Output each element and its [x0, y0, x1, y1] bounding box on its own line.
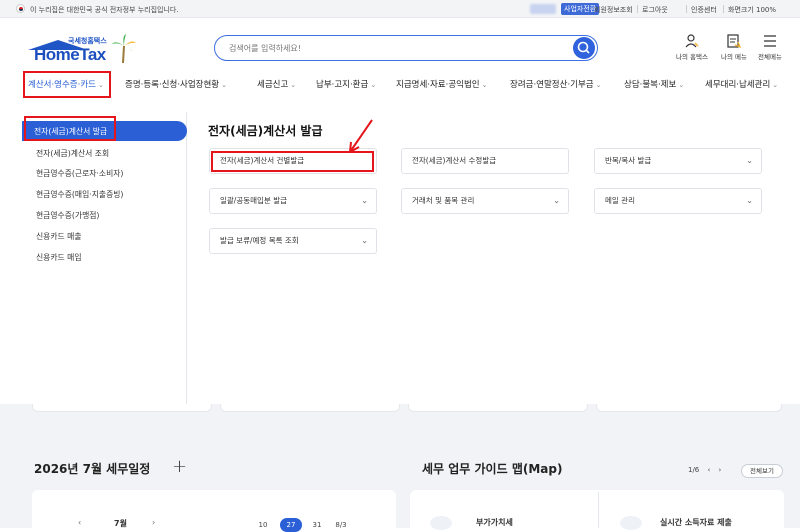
logout-link[interactable]: 로그아웃: [642, 5, 668, 15]
chevron-down-icon: ⌄: [746, 156, 753, 165]
chevron-down-icon: ⌄: [746, 196, 753, 205]
card-mail-manage[interactable]: 메일 관리 ⌄: [594, 188, 762, 214]
card-label: 메일 관리: [605, 196, 635, 205]
divider: [637, 5, 638, 13]
nav-consult[interactable]: 상담·불복·제보 ⌄: [624, 78, 684, 90]
card-edge: [596, 404, 782, 412]
guide-map-title: 세무 업무 가이드 맵(Map): [422, 462, 563, 476]
chevron-down-icon: ⌄: [553, 196, 560, 205]
nav-highlight-box: [23, 71, 111, 98]
nav-label: 상담·불복·제보: [624, 80, 677, 90]
chevron-down-icon: ⌄: [290, 81, 297, 89]
chevron-down-icon: ⌄: [370, 81, 377, 89]
chevron-right-icon[interactable]: ›: [719, 466, 722, 474]
search-input[interactable]: [229, 41, 559, 55]
palm-tree-icon: [112, 34, 136, 64]
view-all-button[interactable]: 전체보기: [741, 464, 783, 478]
card-label: 발급 보류/예정 목록 조회: [220, 236, 299, 245]
card-label: 반복/복사 발급: [605, 156, 652, 165]
nav-label: 지급명세·자료·공익법인: [396, 80, 480, 90]
sidebar-highlight-box: [24, 116, 116, 141]
screen-size-select[interactable]: 화면크기 100%: [728, 5, 776, 15]
chevron-left-icon[interactable]: ‹: [708, 466, 711, 474]
calendar-day-selected[interactable]: 27: [280, 518, 302, 532]
card-pending-list[interactable]: 발급 보류/예정 목록 조회 ⌄: [209, 228, 377, 254]
search-icon: [577, 41, 590, 54]
card-edge: [408, 404, 588, 412]
chevron-down-icon: ⌄: [221, 81, 228, 89]
nav-payment[interactable]: 납부·고지·환급 ⌄: [316, 78, 376, 90]
user-name-blurred: [530, 4, 556, 14]
nav-certificate[interactable]: 증명·등록·신청·사업장현황 ⌄: [125, 78, 227, 90]
nav-label: 납부·고지·환급: [316, 80, 369, 90]
nav-label: 세금신고: [257, 80, 289, 90]
chevron-down-icon: ⌄: [361, 196, 368, 205]
card-edge: [220, 404, 400, 412]
card-client-items[interactable]: 거래처 및 품목 관리 ⌄: [401, 188, 569, 214]
chevron-down-icon: ⌄: [481, 81, 488, 89]
card-edge: [32, 404, 212, 412]
card-label: 전자(세금)계산서 수정발급: [412, 156, 497, 165]
divider: [686, 5, 687, 13]
sidebar-item-inquiry[interactable]: 전자(세금)계산서 조회: [36, 148, 109, 159]
my-hometax-button[interactable]: 나의 홈택스: [672, 33, 712, 65]
main-nav: 계산서·영수증·카드 ⌄ 증명·등록·신청·사업장현황 ⌄ 세금신고 ⌄ 납부·고지·…: [0, 70, 800, 98]
my-hometax-icon: [685, 34, 699, 48]
chevron-left-icon[interactable]: ‹: [78, 518, 81, 527]
chevron-down-icon: ⌄: [361, 236, 368, 245]
calendar-month: 7월: [114, 519, 127, 528]
guide-item-vat[interactable]: 부가가치세: [476, 517, 513, 528]
pager: 1/6 ‹ ›: [688, 466, 721, 474]
chevron-right-icon[interactable]: ›: [152, 518, 155, 527]
calendar-day[interactable]: 10: [252, 518, 274, 532]
divider: [723, 5, 724, 13]
plus-icon[interactable]: +: [172, 456, 187, 477]
nav-agent[interactable]: 세무대리·납세관리 ⌄: [705, 78, 778, 90]
nav-tax-filing[interactable]: 세금신고 ⌄: [257, 78, 296, 90]
nav-label: 장려금·연말정산·기부금: [510, 80, 594, 90]
logo-text: HomeTax: [34, 45, 106, 64]
search-button[interactable]: [573, 37, 595, 59]
my-menu-label: 나의 메뉴: [721, 53, 747, 61]
my-hometax-label: 나의 홈택스: [676, 53, 708, 61]
cert-center-link[interactable]: 인증센터: [691, 5, 717, 15]
gov-notice: 이 누리집은 대한민국 공식 전자정부 누리집입니다.: [30, 6, 179, 14]
card-batch-issue[interactable]: 일괄/공동매입분 발급 ⌄: [209, 188, 377, 214]
sidebar-item-cash-merchant[interactable]: 현금영수증(가맹점): [36, 210, 99, 221]
card-amend-issue[interactable]: 전자(세금)계산서 수정발급: [401, 148, 569, 174]
nav-label: 세무대리·납세관리: [705, 80, 771, 90]
sidebar-item-card-purchase[interactable]: 신용카드 매입: [36, 252, 82, 263]
card-label: 일괄/공동매입분 발급: [220, 196, 288, 205]
page-title: 전자(세금)계산서 발급: [208, 124, 323, 138]
my-menu-button[interactable]: 나의 메뉴: [714, 33, 754, 65]
nav-incentive[interactable]: 장려금·연말정산·기부금 ⌄: [510, 78, 601, 90]
pager-count: 1/6: [688, 466, 700, 474]
card-label: 거래처 및 품목 관리: [412, 196, 475, 205]
chevron-down-icon: ⌄: [595, 81, 602, 89]
hometax-logo[interactable]: 국세청홈택스 HomeTax: [28, 32, 138, 72]
nav-statement[interactable]: 지급명세·자료·공익법인 ⌄: [396, 78, 487, 90]
sidebar-item-card-sales[interactable]: 신용카드 매출: [36, 231, 82, 242]
guide-item-income[interactable]: 실시간 소득자료 제출: [660, 517, 732, 528]
search-bar: [214, 35, 598, 61]
red-arrow-annotation: [349, 119, 373, 153]
schedule-title: 2026년 7월 세무일정: [34, 462, 151, 476]
gov-topbar: 이 누리집은 대한민국 공식 전자정부 누리집입니다. 사업자전환 회원정보조회…: [0, 0, 800, 18]
card-repeat-copy[interactable]: 반복/복사 발급 ⌄: [594, 148, 762, 174]
chevron-down-icon: ⌄: [678, 81, 685, 89]
calendar-day[interactable]: 8/3: [330, 518, 352, 532]
korea-flag-icon: [16, 4, 25, 13]
divider: [598, 492, 599, 528]
bottom-card-edges: [0, 404, 800, 414]
sidebar-item-cash-expense[interactable]: 현금영수증(매입·지출증빙): [36, 189, 123, 200]
calendar-day[interactable]: 31: [306, 518, 328, 532]
sidebar-item-cash-consumer[interactable]: 현금영수증(근로자·소비자): [36, 168, 123, 179]
all-menu-label: 전체메뉴: [758, 53, 782, 61]
my-menu-icon: [727, 34, 742, 49]
all-menu-button[interactable]: 전체메뉴: [750, 33, 790, 65]
hamburger-icon: [764, 35, 776, 47]
member-info-link[interactable]: 회원정보조회: [594, 5, 633, 15]
nav-label: 증명·등록·신청·사업장현황: [125, 80, 220, 90]
chevron-down-icon: ⌄: [772, 81, 779, 89]
